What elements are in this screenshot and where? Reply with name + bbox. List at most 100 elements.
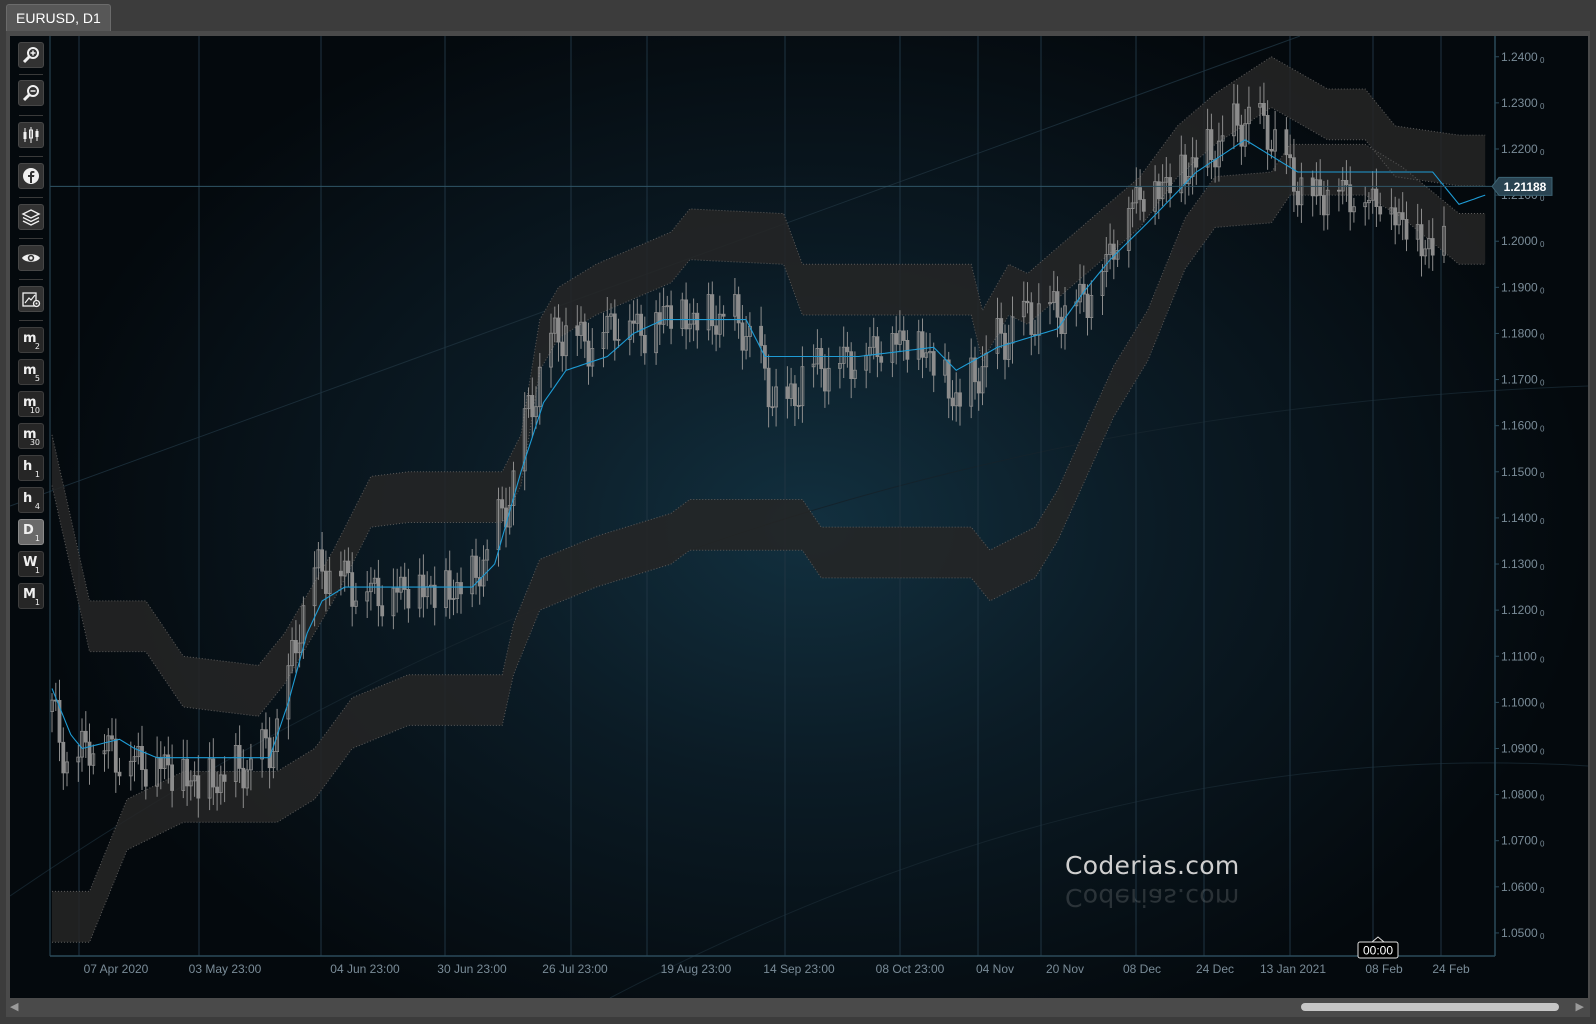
zoom-out-button[interactable]	[18, 80, 44, 106]
chart-tab-eurusd-d1[interactable]: EURUSD, D1	[6, 4, 111, 31]
scroll-right-arrow-icon[interactable]: ▶	[1576, 1000, 1584, 1014]
time-tick-label: 13 Jan 2021	[1260, 962, 1326, 976]
timeframe-h4-button[interactable]: h 4	[18, 487, 44, 513]
candle-body	[894, 333, 899, 345]
time-tick-label: 19 Aug 23:00	[661, 962, 732, 976]
candle-body	[447, 570, 452, 600]
price-tick-label: 1.0800	[1501, 788, 1538, 802]
candle-body	[1029, 302, 1034, 335]
candle-body	[759, 325, 763, 346]
time-tick-label: 08 Oct 23:00	[876, 962, 945, 976]
time-tick-label: 08 Feb	[1365, 962, 1403, 976]
candle-body	[406, 589, 411, 609]
chart-area[interactable]: 1.240001.230001.220001.210001.200001.190…	[10, 36, 1588, 998]
candle-body	[920, 331, 925, 358]
zoom-in-button[interactable]	[18, 42, 44, 68]
candle-body	[1344, 179, 1349, 186]
toolbar-divider	[19, 74, 43, 75]
visibility-button[interactable]	[18, 245, 44, 271]
candle-body	[950, 397, 955, 407]
lower-band-outline	[52, 194, 1486, 943]
chart-settings-button[interactable]	[18, 286, 44, 312]
candle-body	[222, 774, 227, 782]
candle-body	[117, 771, 122, 777]
toolbar-divider	[19, 320, 43, 321]
timeframe-h1-button[interactable]: h 1	[18, 455, 44, 481]
time-tick-label: 08 Dec	[1123, 962, 1161, 976]
candle-body	[346, 560, 351, 573]
price-tick-subscript: 0	[1540, 425, 1545, 434]
candle-body	[1055, 291, 1060, 318]
timeframe-m30-button[interactable]: m 30	[18, 423, 44, 449]
timeframe-d1-button[interactable]: D 1	[18, 519, 44, 545]
layers-button[interactable]	[18, 204, 44, 230]
eye-icon	[22, 254, 40, 262]
candle-body	[1404, 218, 1409, 240]
timeframe-m2-button[interactable]: m 2	[18, 327, 44, 353]
candle-body	[1003, 332, 1007, 360]
candle-body	[1295, 190, 1300, 206]
candle-body	[976, 381, 981, 394]
candle-body	[1374, 188, 1379, 208]
time-tick-label: 24 Feb	[1432, 962, 1470, 976]
candle-body	[1156, 181, 1161, 200]
candle-body	[338, 570, 343, 577]
price-tick-subscript: 0	[1540, 332, 1545, 341]
price-chart[interactable]: 1.240001.230001.220001.210001.200001.190…	[10, 36, 1588, 998]
candle-body	[793, 383, 797, 406]
candle-body	[1025, 300, 1030, 304]
candle-body	[669, 305, 673, 329]
price-tick-subscript: 0	[1540, 148, 1545, 157]
timeframe-subscript: 2	[34, 342, 40, 351]
scrollbar-thumb[interactable]	[1301, 1003, 1559, 1011]
candle-body	[500, 499, 505, 509]
timeframe-w1-button[interactable]: W 1	[18, 551, 44, 577]
countdown-label: 00:00	[1363, 944, 1393, 958]
chart-settings-icon	[22, 292, 41, 308]
price-tick-label: 1.1700	[1501, 373, 1538, 387]
candle-body	[530, 394, 535, 418]
candle-body	[1318, 179, 1323, 196]
candle-body	[1337, 189, 1341, 192]
candle-body	[293, 640, 298, 654]
horizontal-scrollbar[interactable]: ◀ ▶	[8, 1000, 1588, 1014]
price-tick-subscript: 0	[1540, 517, 1545, 526]
candle-body	[556, 317, 561, 343]
time-tick-label: 24 Dec	[1196, 962, 1234, 976]
candle-body	[695, 312, 700, 331]
toolbar-divider	[19, 279, 43, 280]
timeframe-subscript: 10	[29, 406, 40, 415]
facebook-button[interactable]	[18, 163, 44, 189]
candle-body	[740, 322, 745, 351]
candle-body	[237, 745, 242, 769]
candle-body	[267, 737, 272, 769]
timeframe-m10-button[interactable]: m 10	[18, 391, 44, 417]
timeframe-subscript: 1	[34, 566, 40, 575]
candle-body	[1141, 199, 1146, 212]
candle-body	[631, 320, 636, 324]
candle-body	[710, 294, 715, 327]
candle-body	[87, 741, 92, 766]
left-toolbar: m 2 m 5 m 10 m 30 h 1 h 4 D 1 W 1 M 1	[18, 42, 44, 615]
candle-body	[459, 582, 463, 595]
timeframe-mn1-button[interactable]: M 1	[18, 583, 44, 609]
price-tick-subscript: 0	[1540, 748, 1545, 757]
price-tick-subscript: 0	[1540, 471, 1545, 480]
candle-body	[185, 758, 190, 787]
candle-body	[1348, 184, 1353, 213]
candle-body	[350, 572, 355, 607]
scroll-left-arrow-icon[interactable]: ◀	[10, 1000, 18, 1014]
price-tick-label: 1.1900	[1501, 280, 1538, 294]
candle-body	[61, 741, 66, 774]
price-tick-subscript: 0	[1540, 794, 1545, 803]
price-tick-label: 1.1300	[1501, 557, 1538, 571]
candle-body	[721, 313, 726, 317]
zoom-out-icon	[22, 85, 39, 102]
candle-body	[560, 341, 565, 357]
chart-type-button[interactable]	[18, 122, 44, 148]
candle-body	[1419, 224, 1424, 257]
candle-body	[1378, 206, 1383, 215]
candle-body	[1393, 207, 1398, 226]
candle-body	[395, 587, 400, 593]
timeframe-m5-button[interactable]: m 5	[18, 359, 44, 385]
